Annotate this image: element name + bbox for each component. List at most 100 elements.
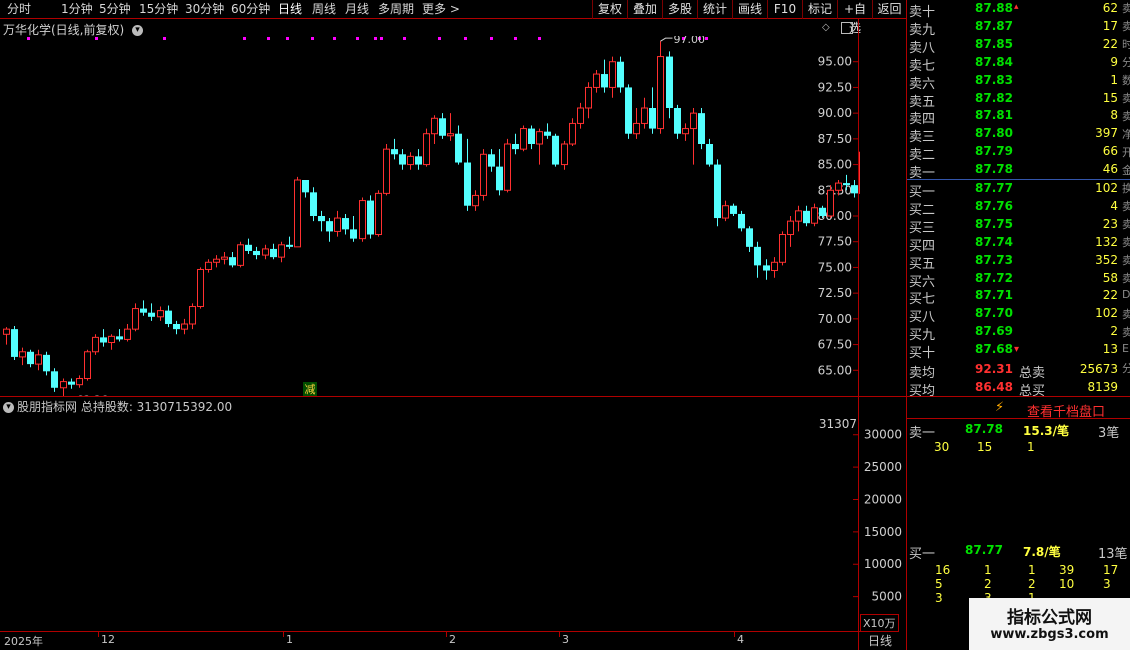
tab-6[interactable]: 日线 <box>278 1 302 18</box>
candle <box>569 118 576 147</box>
toolbar-button-4[interactable]: 画线 <box>732 0 767 19</box>
buy-queue-order: 5 <box>935 577 943 591</box>
tab-9[interactable]: 多周期 <box>378 1 414 18</box>
avg-sell-row-price: 92.31 <box>975 362 1013 376</box>
date-tick <box>98 632 99 637</box>
candle <box>270 243 277 260</box>
bid-row-6[interactable]: 买六 87.72 58 <box>907 270 1130 290</box>
title-dropdown-icon[interactable]: ▾ <box>132 25 144 36</box>
ask-row-6[interactable]: 卖六 87.83 1 <box>907 72 1130 92</box>
bid-row-1[interactable]: 买一 87.77 102 <box>907 180 1130 200</box>
candle <box>811 203 818 227</box>
candle <box>552 133 559 167</box>
order-book-panel: 卖十 87.88 62 卖九 87.87 17 卖八 87.85 22 卖七 87.84 9 卖六 87.… <box>907 0 1130 650</box>
candle <box>359 197 366 242</box>
ask-row-5-volume: 15 <box>1102 90 1118 105</box>
signal-dot <box>267 37 270 40</box>
bid-row-8[interactable]: 买八 87.70 102 <box>907 305 1130 325</box>
bid-row-3-price: 87.75 <box>975 216 1013 231</box>
ask-row-3[interactable]: 卖三 87.80 397 <box>907 125 1130 145</box>
candle <box>399 149 406 170</box>
date-bar: 2025年 12 1 2 3 4 <box>0 631 860 650</box>
tab-5[interactable]: 60分钟 <box>231 1 270 18</box>
toolbar-button-2[interactable]: 多股 <box>662 0 697 19</box>
watermark-title: 指标公式网 <box>1007 608 1092 628</box>
bid-row-2-price: 87.76 <box>975 198 1013 213</box>
candle <box>738 210 745 232</box>
candle <box>464 138 471 211</box>
candle <box>92 334 99 355</box>
ask-row-9[interactable]: 卖九 87.87 17 <box>907 18 1130 38</box>
signal-dot <box>286 37 289 40</box>
tab-2[interactable]: 5分钟 <box>99 1 131 18</box>
date-label-4: 3 <box>562 633 569 646</box>
toolbar-button-8[interactable]: 返回 <box>872 0 906 19</box>
bid-row-9-price: 87.69 <box>975 324 1013 339</box>
ask-row-2[interactable]: 卖二 87.79 66 <box>907 143 1130 163</box>
ask-row-7-price: 87.84 <box>975 54 1013 69</box>
tab-0[interactable]: 分时 <box>7 1 31 18</box>
tab-4[interactable]: 30分钟 <box>185 1 224 18</box>
candle <box>35 349 42 371</box>
edge-char: 卖 <box>1122 2 1130 15</box>
bid-row-10-volume: 13 <box>1102 342 1118 357</box>
toolbar-button-6[interactable]: 标记 <box>802 0 837 19</box>
candle <box>140 300 147 316</box>
candlestick-chart[interactable]: 95.0092.5090.0087.5085.0082.5080.0077.50… <box>0 36 860 396</box>
tab-3[interactable]: 15分钟 <box>139 1 178 18</box>
signal-dot <box>95 37 98 40</box>
bid-row-3-volume: 23 <box>1102 216 1118 231</box>
window-icon[interactable] <box>841 22 853 34</box>
candle <box>690 108 697 165</box>
candle <box>11 326 18 360</box>
candle <box>698 108 705 150</box>
sell-queue-order: 30 <box>934 440 950 454</box>
price-tick-label: 85.00 <box>818 158 852 172</box>
candle <box>585 82 592 119</box>
toolbar-button-5[interactable]: F10 <box>767 0 802 19</box>
candle <box>504 138 511 193</box>
period-label: 日线 <box>868 634 893 648</box>
watermark-url: www.zbgs3.com <box>990 627 1109 642</box>
candle <box>43 351 50 376</box>
price-tick-label: 90.00 <box>818 106 852 120</box>
ask-row-5[interactable]: 卖五 87.82 15 <box>907 90 1130 110</box>
edge-char: 卖 <box>1122 326 1130 339</box>
ask-row-4-volume: 8 <box>1110 108 1118 123</box>
tab-8[interactable]: 月线 <box>345 1 369 18</box>
ask-row-8[interactable]: 卖八 87.85 22 <box>907 36 1130 56</box>
candle <box>253 246 260 260</box>
toolbar-button-7[interactable]: +自选 <box>837 0 872 35</box>
bid-row-5[interactable]: 买五 87.73 352 <box>907 252 1130 272</box>
ask-row-7[interactable]: 卖七 87.84 9 <box>907 54 1130 74</box>
bid-row-2[interactable]: 买二 87.76 4 <box>907 198 1130 218</box>
bid-row-7[interactable]: 买七 87.71 22 <box>907 287 1130 307</box>
date-label-1: 12 <box>101 633 115 646</box>
indicator-chart[interactable]: 30000 25000 20000 15000 10000 5000 31307 <box>0 397 906 631</box>
avg-sell-row: 卖均 92.31 总卖 25673 <box>907 361 1130 381</box>
candle <box>746 226 753 252</box>
price-tick-label: 92.50 <box>818 80 852 94</box>
toolbar-button-1[interactable]: 叠加 <box>627 0 662 19</box>
tab-10[interactable]: 更多 > <box>422 1 460 18</box>
tab-7[interactable]: 周线 <box>312 1 336 18</box>
sell-queue-head: 卖一 87.78 15.3/笔 3笔 <box>907 421 1130 441</box>
tab-1[interactable]: 1分钟 <box>61 1 93 18</box>
sell-queue-head-label: 卖一 <box>909 426 936 441</box>
toolbar-button-0[interactable]: 复权 <box>592 0 627 19</box>
bid-row-3[interactable]: 买三 87.75 23 <box>907 216 1130 236</box>
bid-row-9[interactable]: 买九 87.69 2 <box>907 323 1130 343</box>
candle <box>326 218 333 242</box>
ask-row-1[interactable]: 卖一 87.78 46 <box>907 161 1130 181</box>
bid-row-4[interactable]: 买四 87.74 132 <box>907 234 1130 254</box>
signal-dot <box>380 37 383 40</box>
toolbar-button-3[interactable]: 统计 <box>697 0 732 19</box>
collapse-icon[interactable]: ◇ <box>822 22 830 33</box>
date-label-3: 2 <box>449 633 456 646</box>
candle <box>278 241 285 263</box>
candle <box>221 252 228 265</box>
panel-separator-2 <box>907 418 1130 419</box>
signal-dot <box>705 37 708 40</box>
signal-label: 减 <box>305 383 316 396</box>
ask-row-4[interactable]: 卖四 87.81 8 <box>907 107 1130 127</box>
